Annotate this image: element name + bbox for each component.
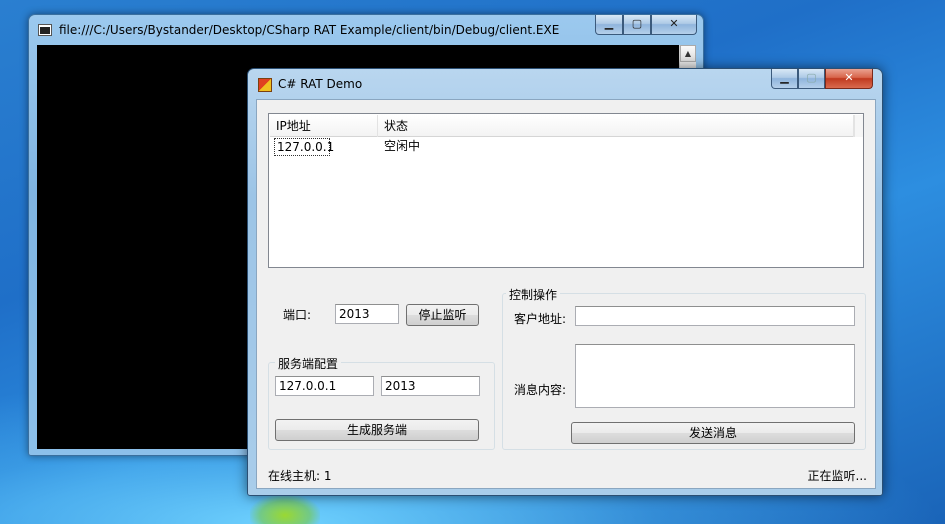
demo-minimize-button[interactable]: ▁ bbox=[771, 69, 798, 89]
console-window-title: file:///C:/Users/Bystander/Desktop/CShar… bbox=[59, 23, 560, 37]
list-header: IP地址 状态 bbox=[270, 115, 854, 137]
console-app-icon bbox=[38, 24, 52, 36]
desktop-wallpaper-accent bbox=[250, 495, 320, 524]
client-list-view[interactable]: IP地址 状态 127.0.0.1 空闲中 bbox=[268, 113, 864, 268]
demo-caption-buttons: ▁ ▢ ✕ bbox=[771, 69, 873, 89]
rat-demo-window[interactable]: C# RAT Demo ▁ ▢ ✕ IP地址 状态 127.0.0.1 空闲中 … bbox=[247, 68, 883, 496]
stop-listening-button[interactable]: 停止监听 bbox=[406, 304, 479, 326]
control-operations-title: 控制操作 bbox=[506, 286, 561, 303]
server-ip-input[interactable]: 127.0.0.1 bbox=[275, 376, 374, 396]
row-status-cell: 空闲中 bbox=[384, 139, 421, 153]
server-port-input[interactable]: 2013 bbox=[381, 376, 480, 396]
console-close-button[interactable]: ✕ bbox=[651, 15, 697, 35]
port-input[interactable]: 2013 bbox=[335, 304, 399, 324]
column-header-ip[interactable]: IP地址 bbox=[270, 115, 378, 137]
client-address-label: 客户地址: bbox=[514, 312, 567, 326]
generate-server-button[interactable]: 生成服务端 bbox=[275, 419, 479, 441]
table-row[interactable]: 127.0.0.1 空闲中 bbox=[270, 138, 862, 156]
list-header-filler bbox=[854, 115, 863, 137]
console-maximize-button[interactable]: ▢ bbox=[623, 15, 651, 35]
demo-close-button[interactable]: ✕ bbox=[825, 69, 873, 89]
demo-maximize-button[interactable]: ▢ bbox=[798, 69, 825, 89]
message-content-input[interactable] bbox=[575, 344, 855, 408]
demo-client-area: IP地址 状态 127.0.0.1 空闲中 端口: 2013 停止监听 服务端配… bbox=[256, 99, 876, 489]
scroll-up-arrow-icon[interactable]: ▲ bbox=[680, 45, 696, 62]
port-label: 端口: bbox=[283, 308, 312, 322]
listening-status: 正在监听... bbox=[807, 469, 867, 483]
online-hosts-status: 在线主机: 1 bbox=[268, 469, 332, 483]
send-message-button[interactable]: 发送消息 bbox=[571, 422, 855, 444]
client-address-input[interactable] bbox=[575, 306, 855, 326]
message-content-label: 消息内容: bbox=[514, 383, 567, 397]
column-header-status[interactable]: 状态 bbox=[378, 115, 854, 137]
console-caption-buttons: ▁ ▢ ✕ bbox=[595, 15, 697, 35]
rat-demo-window-title: C# RAT Demo bbox=[278, 77, 363, 91]
server-config-title: 服务端配置 bbox=[275, 355, 342, 372]
console-minimize-button[interactable]: ▁ bbox=[595, 15, 623, 35]
row-ip-cell[interactable]: 127.0.0.1 bbox=[274, 138, 334, 156]
app-window-icon bbox=[258, 78, 272, 92]
